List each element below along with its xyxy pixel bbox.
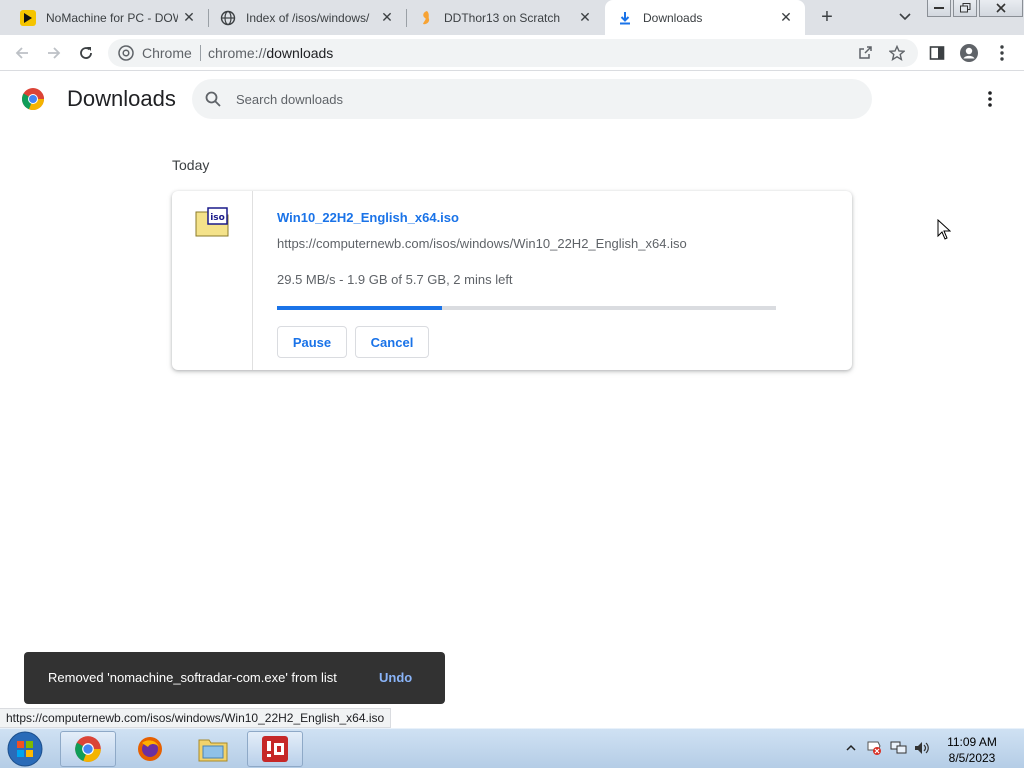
- chrome-logo-icon: [21, 87, 45, 111]
- tab-title: DDThor13 on Scratch: [444, 10, 561, 25]
- side-panel-icon[interactable]: [927, 43, 947, 63]
- link-status-bubble: https://computernewb.com/isos/windows/Wi…: [0, 708, 392, 728]
- profile-avatar-icon[interactable]: [959, 43, 979, 63]
- iso-file-icon: iso: [195, 207, 229, 237]
- share-icon[interactable]: [856, 44, 874, 62]
- tab-search-icon[interactable]: [896, 8, 914, 26]
- download-item: iso Win10_22H2_English_x64.iso https://c…: [172, 191, 852, 370]
- download-progress-fill: [277, 306, 442, 310]
- file-source-url[interactable]: https://computernewb.com/isos/windows/Wi…: [277, 236, 687, 251]
- mouse-cursor-icon: [937, 218, 952, 241]
- toast-message: Removed 'nomachine_softradar-com.exe' fr…: [48, 670, 337, 685]
- removed-toast: Removed 'nomachine_softradar-com.exe' fr…: [24, 652, 445, 704]
- url-text: chrome://downloads: [208, 45, 333, 61]
- search-downloads[interactable]: [192, 79, 872, 119]
- close-icon[interactable]: ✕: [578, 9, 592, 25]
- tab-strip: NoMachine for PC - DOW ✕ Index of /isos/…: [0, 0, 1024, 35]
- new-tab-button[interactable]: +: [816, 6, 838, 28]
- system-clock[interactable]: 11:09 AM 8/5/2023: [940, 734, 1004, 766]
- start-button[interactable]: [4, 730, 46, 768]
- page-title: Downloads: [67, 86, 176, 111]
- tab-scratch[interactable]: DDThor13 on Scratch ✕: [406, 0, 604, 35]
- taskbar-app[interactable]: [247, 731, 303, 767]
- forward-button[interactable]: [42, 41, 66, 65]
- downloads-header: Downloads: [0, 72, 1024, 128]
- browser-toolbar: Chrome chrome://downloads: [0, 35, 1024, 71]
- tab-title: Index of /isos/windows/: [246, 10, 370, 25]
- search-icon: [204, 90, 222, 108]
- divider: [199, 45, 201, 61]
- download-icon: [617, 10, 633, 26]
- more-actions-icon[interactable]: [980, 89, 1000, 109]
- pause-button[interactable]: Pause: [277, 326, 347, 358]
- show-hidden-icons[interactable]: [842, 739, 860, 757]
- close-icon[interactable]: ✕: [182, 9, 196, 25]
- scratch-icon: [418, 10, 434, 26]
- action-center-icon[interactable]: [865, 739, 883, 757]
- close-icon[interactable]: ✕: [779, 9, 793, 25]
- browser-menu-icon[interactable]: [992, 43, 1012, 63]
- windows-taskbar: 11:09 AM 8/5/2023: [0, 728, 1024, 768]
- taskbar-firefox[interactable]: [122, 731, 178, 767]
- minimize-button[interactable]: [927, 0, 951, 17]
- clock-time: 11:09 AM: [947, 735, 997, 749]
- bookmark-star-icon[interactable]: [888, 44, 906, 62]
- file-icon-column: iso: [172, 191, 253, 370]
- taskbar-file-explorer[interactable]: [185, 731, 241, 767]
- nomachine-icon: [20, 9, 36, 26]
- search-input[interactable]: [236, 79, 836, 119]
- undo-button[interactable]: Undo: [379, 670, 412, 685]
- chrome-icon: [75, 736, 101, 762]
- reload-button[interactable]: [74, 41, 98, 65]
- volume-icon[interactable]: [913, 739, 931, 757]
- cancel-button[interactable]: Cancel: [355, 326, 429, 358]
- site-info[interactable]: Chrome: [118, 45, 201, 61]
- tab-title: Downloads: [643, 10, 703, 25]
- date-heading: Today: [172, 157, 210, 173]
- file-name-link[interactable]: Win10_22H2_English_x64.iso: [277, 210, 459, 225]
- close-icon[interactable]: ✕: [380, 9, 394, 25]
- tab-downloads[interactable]: Downloads ✕: [605, 0, 805, 35]
- download-progress-bar: [277, 306, 776, 310]
- network-icon[interactable]: [890, 739, 908, 757]
- iso-label: iso: [210, 213, 225, 223]
- url-scheme: chrome://: [208, 45, 267, 61]
- globe-icon: [220, 10, 236, 26]
- url-path: downloads: [266, 45, 334, 61]
- firefox-icon: [138, 737, 162, 761]
- download-status: 29.5 MB/s - 1.9 GB of 5.7 GB, 2 mins lef…: [277, 272, 513, 287]
- window-controls: [927, 0, 1024, 18]
- address-bar[interactable]: Chrome chrome://downloads: [108, 39, 918, 67]
- site-label: Chrome: [142, 45, 192, 61]
- restore-button[interactable]: [953, 0, 977, 17]
- folder-icon: [198, 739, 228, 762]
- chrome-icon: [118, 45, 134, 61]
- taskbar-chrome[interactable]: [60, 731, 116, 767]
- back-button[interactable]: [10, 41, 34, 65]
- clock-date: 8/5/2023: [948, 751, 996, 765]
- tab-index-isos[interactable]: Index of /isos/windows/ ✕: [208, 0, 406, 35]
- close-window-button[interactable]: [979, 0, 1023, 17]
- app-icon: [262, 736, 288, 762]
- tab-title: NoMachine for PC - DOW: [46, 10, 178, 25]
- tab-nomachine[interactable]: NoMachine for PC - DOW ✕: [8, 0, 208, 35]
